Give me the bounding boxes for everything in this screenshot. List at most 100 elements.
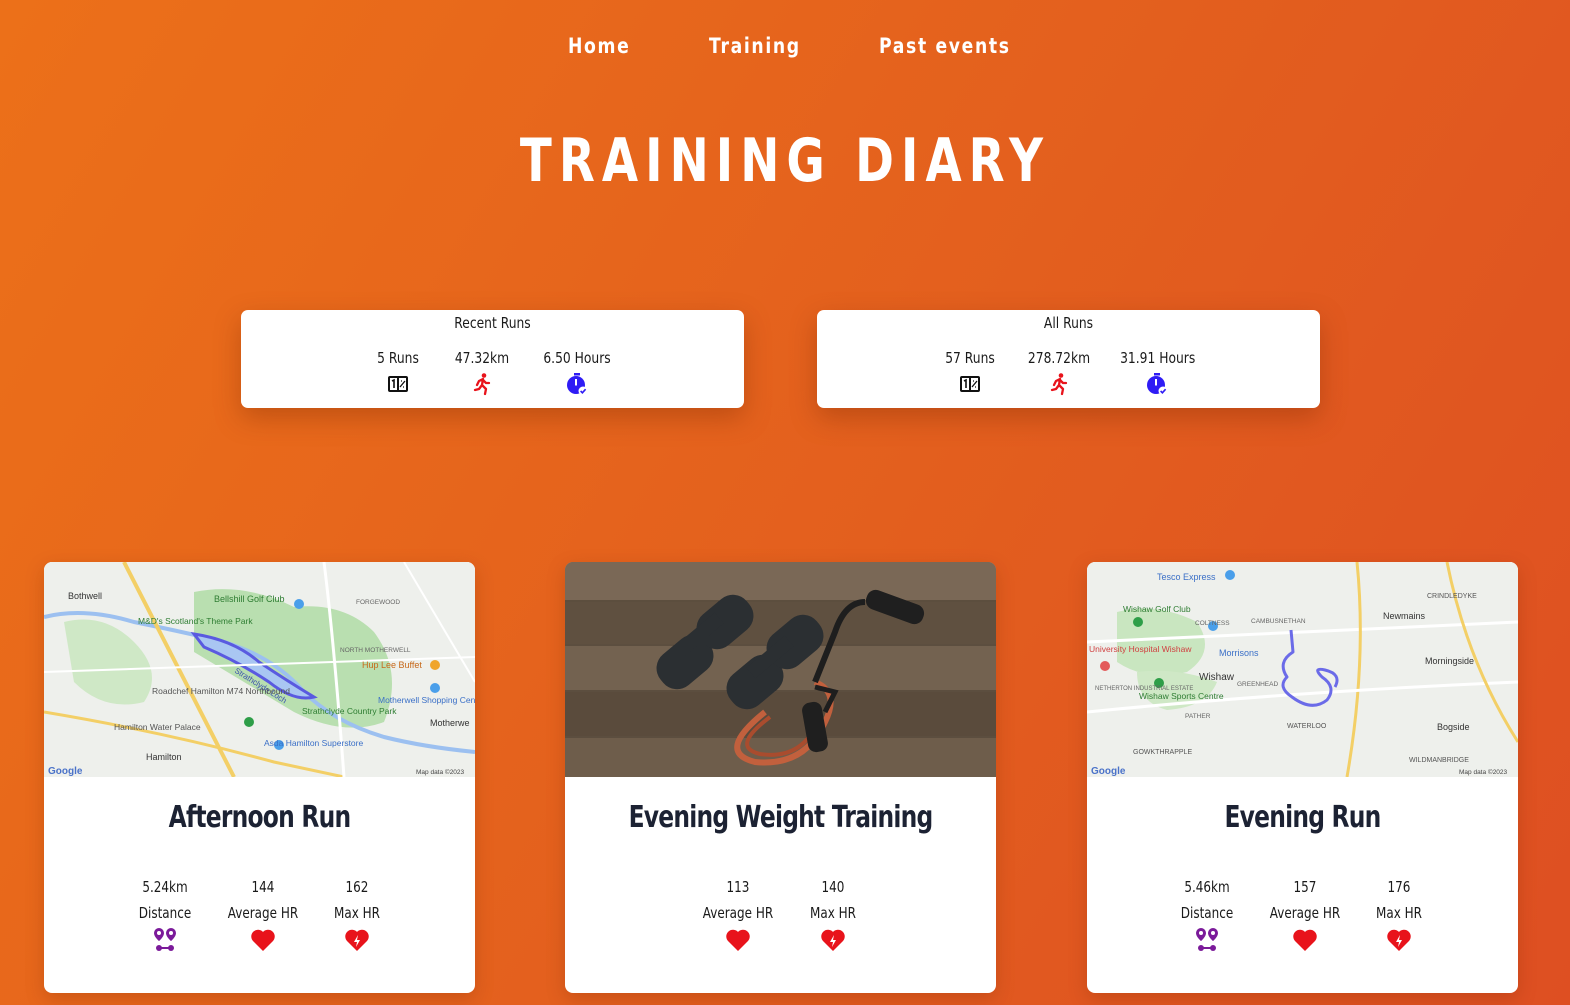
map-label-greenhead: GREENHEAD bbox=[1237, 681, 1278, 688]
average-hr-value: 157 bbox=[1293, 878, 1317, 896]
stopwatch-check-icon bbox=[1147, 373, 1168, 396]
map-attribution: Map data ©2023 bbox=[416, 768, 465, 776]
heart-bolt-icon bbox=[345, 929, 369, 951]
workout-photo[interactable] bbox=[565, 562, 996, 777]
main-nav: Home Training Past events bbox=[0, 34, 1570, 64]
max-hr-metric: 140 Max HR bbox=[783, 878, 883, 953]
route-map-image: Bothwell Bellshill Golf Club M&D's Scotl… bbox=[44, 562, 475, 777]
runs-count-stat: 57 Runs bbox=[925, 349, 1015, 396]
route-map[interactable]: Tesco Express Wishaw Golf Club CRINDLEDY… bbox=[1087, 562, 1518, 777]
time-value: 31.91 Hours bbox=[1120, 349, 1196, 367]
distance-label: Distance bbox=[138, 904, 192, 922]
map-label-forgewood: FORGEWOOD bbox=[356, 599, 400, 606]
activity-title[interactable]: Afternoon Run bbox=[91, 800, 427, 835]
distance-value: 5.46km bbox=[1184, 878, 1230, 896]
max-hr-value: 162 bbox=[345, 878, 369, 896]
map-label-hamilton: Hamilton bbox=[146, 752, 182, 762]
nav-home-link[interactable]: Home bbox=[568, 34, 630, 58]
google-logo: Google bbox=[48, 766, 83, 777]
map-label-coltness: COLTNESS bbox=[1195, 620, 1230, 627]
nav-past-events-link[interactable]: Past events bbox=[879, 34, 1011, 58]
calendar-count-icon bbox=[388, 376, 408, 392]
max-hr-metric: 176 Max HR bbox=[1349, 878, 1449, 953]
activity-card-evening-weight-training[interactable]: Evening Weight Training 113 Average HR 1… bbox=[565, 562, 996, 993]
runs-count-value: 5 Runs bbox=[377, 349, 419, 367]
activity-title[interactable]: Evening Weight Training bbox=[612, 800, 948, 835]
map-label-hamilton-water-palace: Hamilton Water Palace bbox=[114, 722, 201, 732]
max-hr-value: 140 bbox=[821, 878, 845, 896]
map-label-cambusnethan: CAMBUSNETHAN bbox=[1251, 618, 1306, 625]
average-hr-label: Average HR bbox=[227, 904, 299, 922]
map-label-newmains: Newmains bbox=[1383, 611, 1426, 621]
heart-icon bbox=[1293, 929, 1317, 951]
route-pins-icon bbox=[154, 928, 176, 951]
map-label-strathclyde-country-park: Strathclyde Country Park bbox=[302, 706, 397, 716]
recent-runs-summary: Recent Runs 5 Runs 47.32km 6.50 Hours bbox=[241, 310, 744, 408]
running-person-icon bbox=[1050, 373, 1068, 396]
map-label-roadchef: Roadchef Hamilton M74 Northbound bbox=[152, 686, 290, 696]
average-hr-label: Average HR bbox=[702, 904, 774, 922]
runs-count-value: 57 Runs bbox=[945, 349, 995, 367]
summary-title: Recent Runs bbox=[454, 314, 531, 332]
route-map[interactable]: Bothwell Bellshill Golf Club M&D's Scotl… bbox=[44, 562, 475, 777]
max-hr-label: Max HR bbox=[1376, 904, 1422, 922]
map-label-bothwell: Bothwell bbox=[68, 591, 102, 601]
map-label-morrisons: Morrisons bbox=[1219, 648, 1259, 658]
activity-card-afternoon-run[interactable]: Bothwell Bellshill Golf Club M&D's Scotl… bbox=[44, 562, 475, 993]
average-hr-metric: 113 Average HR bbox=[688, 878, 788, 953]
map-label-gowkthrapple: GOWKTHRAPPLE bbox=[1133, 749, 1192, 756]
average-hr-metric: 157 Average HR bbox=[1255, 878, 1355, 953]
map-label-waterloo: WATERLOO bbox=[1287, 723, 1327, 730]
map-label-morningside: Morningside bbox=[1425, 656, 1474, 666]
distance-metric: 5.46km Distance bbox=[1157, 878, 1257, 953]
time-value: 6.50 Hours bbox=[543, 349, 611, 367]
activity-title[interactable]: Evening Run bbox=[1134, 800, 1470, 835]
map-label-hup-lee-buffet: Hup Lee Buffet bbox=[362, 660, 422, 670]
calendar-count-icon bbox=[960, 376, 980, 392]
map-label-motherwell-shopping-centre: Motherwell Shopping Centre bbox=[378, 695, 475, 705]
map-label-north-motherwell: NORTH MOTHERWELL bbox=[340, 647, 411, 654]
route-map-image: Tesco Express Wishaw Golf Club CRINDLEDY… bbox=[1087, 562, 1518, 777]
map-label-wishaw-sports-centre: Wishaw Sports Centre bbox=[1139, 691, 1224, 701]
time-stat: 6.50 Hours bbox=[532, 349, 622, 396]
map-label-theme-park: M&D's Scotland's Theme Park bbox=[138, 616, 253, 626]
distance-value: 5.24km bbox=[142, 878, 188, 896]
heart-icon bbox=[726, 929, 750, 951]
distance-label: Distance bbox=[1180, 904, 1234, 922]
map-label-wishaw: Wishaw bbox=[1199, 672, 1235, 683]
max-hr-metric: 162 Max HR bbox=[307, 878, 407, 953]
route-pins-icon bbox=[1196, 928, 1218, 951]
heart-bolt-icon bbox=[821, 929, 845, 951]
map-label-motherwell: Motherwe bbox=[430, 718, 470, 728]
activity-card-evening-run[interactable]: Tesco Express Wishaw Golf Club CRINDLEDY… bbox=[1087, 562, 1518, 993]
map-label-asda-hamilton: Asda Hamilton Superstore bbox=[264, 738, 363, 748]
all-runs-summary: All Runs 57 Runs 278.72km 31.91 Hours bbox=[817, 310, 1320, 408]
nav-training-link[interactable]: Training bbox=[709, 34, 801, 58]
google-logo: Google bbox=[1091, 766, 1126, 777]
distance-stat: 47.32km bbox=[437, 349, 527, 396]
map-attribution: Map data ©2023 bbox=[1459, 768, 1508, 776]
dumbbells-bands-image bbox=[565, 562, 996, 777]
map-label-netherton: NETHERTON INDUSTRIAL ESTATE bbox=[1095, 686, 1193, 692]
max-hr-value: 176 bbox=[1387, 878, 1411, 896]
running-person-icon bbox=[473, 373, 491, 396]
max-hr-label: Max HR bbox=[810, 904, 856, 922]
map-label-wildmanbridge: WILDMANBRIDGE bbox=[1409, 757, 1469, 764]
average-hr-metric: 144 Average HR bbox=[213, 878, 313, 953]
map-label-bogside: Bogside bbox=[1437, 722, 1470, 732]
heart-bolt-icon bbox=[1387, 929, 1411, 951]
stopwatch-check-icon bbox=[567, 373, 588, 396]
distance-value: 47.32km bbox=[454, 349, 510, 367]
average-hr-label: Average HR bbox=[1269, 904, 1341, 922]
time-stat: 31.91 Hours bbox=[1112, 349, 1202, 396]
map-label-tesco-express: Tesco Express bbox=[1157, 572, 1216, 582]
map-label-bellshill-golf-club: Bellshill Golf Club bbox=[214, 594, 285, 604]
average-hr-value: 144 bbox=[251, 878, 275, 896]
map-label-crindledyke: CRINDLEDYKE bbox=[1427, 593, 1477, 600]
average-hr-value: 113 bbox=[726, 878, 750, 896]
distance-metric: 5.24km Distance bbox=[115, 878, 215, 953]
map-label-university-hospital: University Hospital Wishaw bbox=[1089, 644, 1192, 654]
page-title: TRAINING DIARY bbox=[519, 126, 1051, 196]
heart-icon bbox=[251, 929, 275, 951]
map-label-wishaw-golf-club: Wishaw Golf Club bbox=[1123, 604, 1191, 614]
